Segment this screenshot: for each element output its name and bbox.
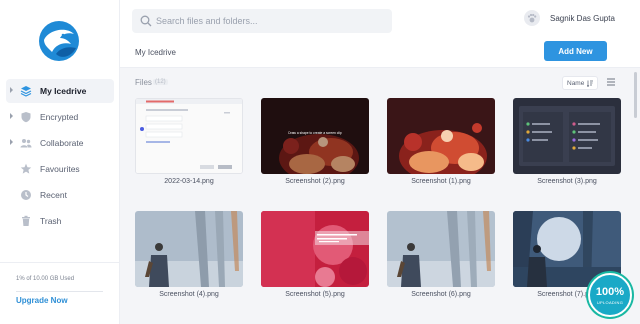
search-input[interactable] [156, 13, 386, 29]
thumbnail-image [261, 211, 369, 287]
file-thumbnail[interactable] [387, 98, 495, 174]
icedrive-app: My Icedrive Encrypted Collaborate Favour… [0, 0, 640, 324]
list-view-icon[interactable] [607, 78, 615, 86]
storage-usage-text: 1% of 10.00 GB Used [16, 276, 75, 282]
divider [0, 262, 120, 263]
sidebar-item-trash[interactable]: Trash [6, 209, 114, 233]
topbar: Sagnik Das Gupta My Icedrive Add New [120, 0, 640, 68]
upload-percent: 100% [595, 286, 625, 298]
upload-status-label: UPLOADING [596, 300, 624, 305]
file-name[interactable]: Screenshot (1).png [381, 178, 501, 185]
sidebar-item-my-icedrive[interactable]: My Icedrive [6, 79, 114, 103]
file-name[interactable]: Screenshot (2).png [255, 178, 375, 185]
sidebar-item-label: Recent [40, 190, 67, 200]
file-thumbnail[interactable]: Draw a shape to create a screen clip [261, 98, 369, 174]
users-icon [20, 139, 32, 148]
add-new-button[interactable]: Add New [544, 41, 607, 61]
clock-icon [21, 190, 31, 200]
file-thumbnail[interactable] [135, 211, 243, 287]
layers-icon [20, 86, 32, 97]
file-thumbnail[interactable] [135, 98, 243, 174]
thumbnail-image [513, 98, 621, 174]
thumbnail-image: Draw a shape to create a screen clip [261, 98, 369, 174]
file-name[interactable]: Screenshot (4).png [129, 291, 249, 298]
sidebar-item-collaborate[interactable]: Collaborate [6, 131, 114, 155]
storage-usage-bar [16, 291, 103, 292]
file-name[interactable]: Screenshot (3).png [507, 178, 627, 185]
shield-icon [21, 112, 31, 123]
sidebar-item-encrypted[interactable]: Encrypted [6, 105, 114, 129]
scrollbar[interactable] [634, 72, 637, 118]
sidebar-item-recent[interactable]: Recent [6, 183, 114, 207]
upgrade-now-link[interactable]: Upgrade Now [16, 296, 68, 305]
upload-progress-badge[interactable]: 100% UPLOADING [588, 273, 632, 317]
sidebar-nav: My Icedrive Encrypted Collaborate Favour… [6, 79, 114, 235]
files-section-label: Files [135, 78, 152, 87]
expand-caret-icon[interactable] [10, 113, 13, 119]
thumbnail-overlay-text: Draw a shape to create a screen clip [288, 131, 342, 135]
sidebar-item-label: Trash [40, 216, 62, 226]
sidebar-item-label: My Icedrive [40, 86, 87, 96]
breadcrumb[interactable]: My Icedrive [135, 48, 176, 57]
thumbnail-image [387, 98, 495, 174]
sort-label: Name [567, 80, 585, 87]
file-thumbnail[interactable] [387, 211, 495, 287]
paw-icon [527, 13, 537, 23]
file-thumbnail[interactable] [261, 211, 369, 287]
file-name[interactable]: 2022-03-14.png [129, 178, 249, 185]
avatar[interactable] [524, 10, 540, 26]
sidebar-item-favourites[interactable]: Favourites [6, 157, 114, 181]
sidebar: My Icedrive Encrypted Collaborate Favour… [0, 0, 120, 324]
thumbnail-image [387, 211, 495, 287]
search-box[interactable] [132, 9, 392, 33]
search-icon [140, 15, 152, 27]
file-name[interactable]: Screenshot (6).png [381, 291, 501, 298]
file-thumbnail[interactable] [513, 98, 621, 174]
star-icon [20, 163, 32, 174]
sidebar-item-label: Encrypted [40, 112, 79, 122]
expand-caret-icon[interactable] [10, 139, 13, 145]
expand-caret-icon[interactable] [10, 87, 13, 93]
icedrive-logo[interactable] [38, 20, 80, 62]
sidebar-item-label: Collaborate [40, 138, 84, 148]
file-name[interactable]: Screenshot (5).png [255, 291, 375, 298]
thumbnail-image [135, 211, 243, 287]
thumbnail-image [136, 99, 242, 173]
sort-dropdown[interactable]: Name [562, 76, 598, 90]
user-name[interactable]: Sagnik Das Gupta [550, 14, 615, 23]
sort-icon [587, 80, 593, 87]
files-count-badge: (12) [153, 79, 168, 85]
sidebar-item-label: Favourites [40, 164, 80, 174]
user-menu[interactable]: Sagnik Das Gupta [524, 10, 615, 26]
trash-icon [22, 215, 30, 226]
